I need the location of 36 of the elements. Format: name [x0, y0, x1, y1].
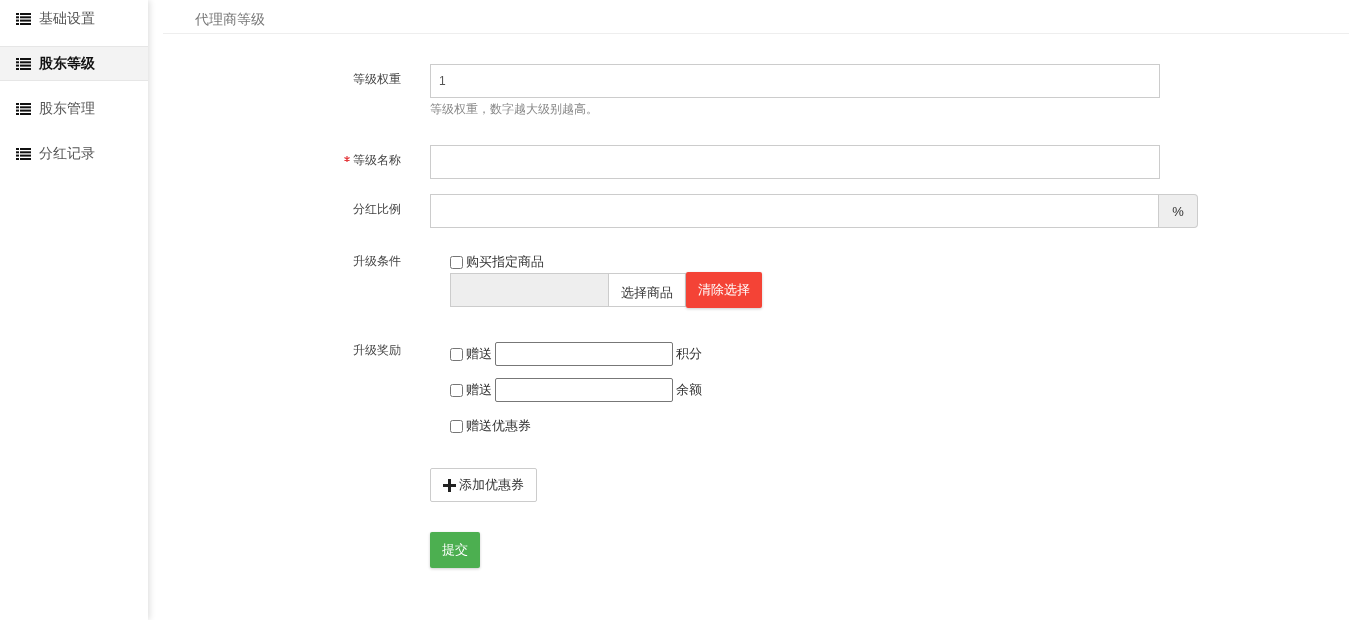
input-field[interactable]: [495, 378, 673, 402]
sidebar-item[interactable]: 基础设置: [0, 1, 148, 36]
field-label: 升级条件: [353, 253, 401, 270]
checkbox-label: 赠送: [466, 381, 492, 399]
percent-addon: %: [1159, 194, 1198, 228]
checkbox-label: 购买指定商品: [466, 253, 544, 271]
add-coupon-button[interactable]: 添加优惠券: [430, 468, 537, 502]
input-field[interactable]: [430, 145, 1160, 179]
sidebar-item[interactable]: 股东管理: [0, 91, 148, 126]
checkbox[interactable]: [450, 383, 463, 397]
checkbox-label: 赠送优惠券: [466, 417, 531, 435]
sidebar-item[interactable]: 分红记录: [0, 136, 148, 171]
list-icon: [16, 102, 31, 115]
input-field[interactable]: [495, 342, 673, 366]
checkbox[interactable]: [450, 419, 463, 433]
checkbox-label: 赠送: [466, 345, 492, 363]
plus-icon: [443, 478, 456, 492]
field-label: 等级权重: [353, 71, 401, 88]
field-label: 升级奖励: [353, 342, 401, 359]
checkbox[interactable]: [450, 347, 463, 361]
page-title: 代理商等级: [195, 11, 265, 27]
list-icon: [16, 57, 31, 70]
list-icon: [16, 12, 31, 25]
sidebar-item[interactable]: 股东等级: [0, 46, 148, 81]
field-label: 等级名称: [353, 152, 401, 169]
help-text: 等级权重，数字越大级别越高。: [430, 101, 599, 118]
select-goods-button[interactable]: 选择商品: [609, 273, 686, 307]
input-field[interactable]: 1: [430, 64, 1160, 98]
checkbox[interactable]: [450, 255, 463, 269]
list-icon: [16, 147, 31, 160]
input-field[interactable]: [430, 194, 1159, 228]
goods-field[interactable]: [450, 273, 609, 307]
clear-selection-button[interactable]: 清除选择: [686, 272, 762, 308]
unit-label: 积分: [676, 345, 702, 363]
field-label: 分红比例: [353, 201, 401, 218]
unit-label: 余额: [676, 381, 702, 399]
